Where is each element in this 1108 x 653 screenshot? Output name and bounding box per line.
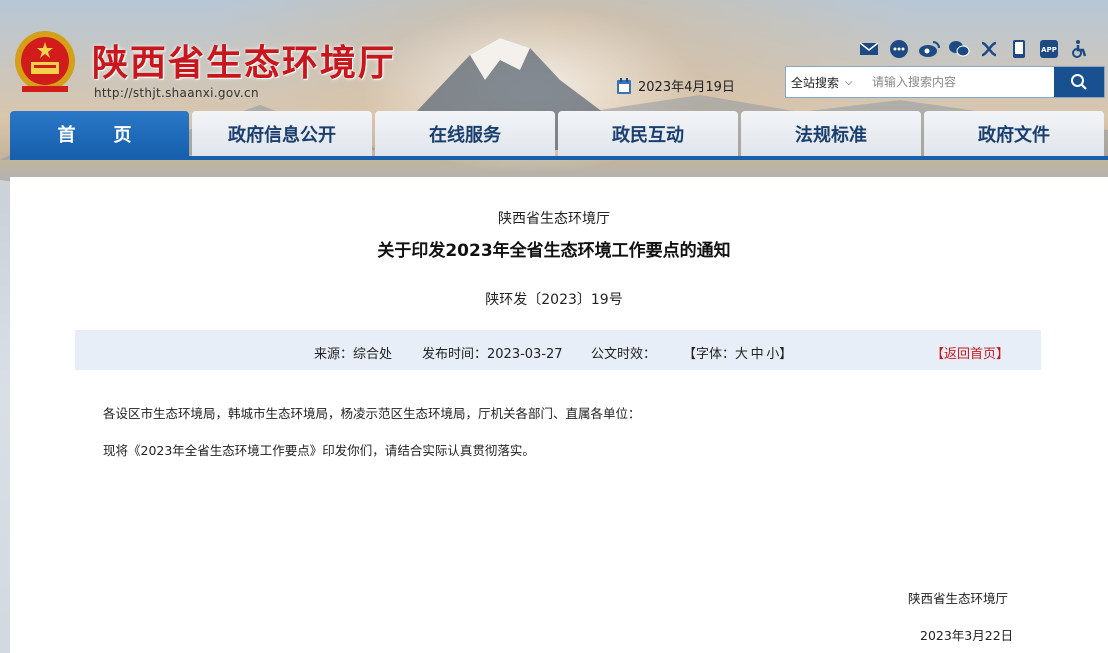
wechat-icon[interactable] bbox=[948, 38, 970, 60]
search-scope-label: 全站搜索 bbox=[791, 75, 840, 90]
site-url[interactable]: http://sthjt.shaanxi.gov.cn bbox=[94, 86, 259, 100]
mail-icon[interactable] bbox=[858, 38, 880, 60]
toolbar-icons: APP bbox=[858, 38, 1090, 60]
calendar-icon bbox=[617, 77, 631, 94]
mobile-icon[interactable] bbox=[1008, 38, 1030, 60]
font-size-label-close: 】 bbox=[779, 347, 793, 362]
article-paragraph: 现将《2023年全省生态环境工作要点》印发你们，请结合实际认真贯彻落实。 bbox=[103, 443, 535, 458]
weibo-icon[interactable] bbox=[918, 38, 940, 60]
article-meta-bar: 来源：综合处 发布时间：2023-03-27 公文时效： 【字体：大 中 小】 … bbox=[75, 330, 1041, 370]
main-nav: 首 页 政府信息公开 在线服务 政民互动 法规标准 政府文件 bbox=[10, 111, 1108, 157]
meta-publish-time: 发布时间：2023-03-27 bbox=[422, 347, 563, 362]
font-size-large[interactable]: 大 bbox=[735, 347, 748, 362]
article-paragraph: 各设区市生态环境局，韩城市生态环境局，杨凌示范区生态环境局，厅机关各部门、直属各… bbox=[103, 406, 641, 421]
svg-text:APP: APP bbox=[1041, 46, 1057, 54]
search-bar: 全站搜索 ⌵ bbox=[785, 66, 1105, 98]
search-scope-select[interactable]: 全站搜索 ⌵ bbox=[786, 67, 868, 97]
nav-item-online-service[interactable]: 在线服务 bbox=[375, 111, 555, 157]
font-size-medium[interactable]: 中 bbox=[751, 347, 764, 362]
national-emblem-icon bbox=[15, 31, 75, 92]
nav-item-gov-documents[interactable]: 政府文件 bbox=[924, 111, 1104, 157]
article-issuer: 陕西省生态环境厅 bbox=[498, 211, 610, 227]
chat-icon[interactable] bbox=[888, 38, 910, 60]
meta-source: 来源：综合处 bbox=[314, 347, 393, 362]
site-title[interactable]: 陕西省生态环境厅 bbox=[92, 34, 396, 86]
font-size-controls: 【字体：大 中 小】 bbox=[683, 343, 792, 362]
nav-item-home[interactable]: 首 页 bbox=[10, 111, 189, 157]
search-input[interactable] bbox=[868, 67, 1054, 97]
sign-date: 2023年3月22日 bbox=[920, 628, 1014, 643]
accessibility-icon[interactable] bbox=[1068, 38, 1090, 60]
nav-item-regulations[interactable]: 法规标准 bbox=[741, 111, 921, 157]
back-home-link[interactable]: 【返回首页】 bbox=[931, 343, 1009, 362]
nav-item-interaction[interactable]: 政民互动 bbox=[558, 111, 738, 157]
search-button[interactable] bbox=[1054, 67, 1104, 97]
chevron-down-icon: ⌵ bbox=[845, 76, 853, 88]
current-date: 2023年4月19日 bbox=[616, 76, 735, 95]
miniapp-icon[interactable] bbox=[978, 38, 1000, 60]
font-size-label-open: 【字体： bbox=[683, 347, 736, 362]
app-icon[interactable]: APP bbox=[1038, 38, 1060, 60]
date-text: 2023年4月19日 bbox=[638, 80, 735, 95]
article-title: 关于印发2023年全省生态环境工作要点的通知 bbox=[377, 241, 731, 261]
nav-item-gov-info[interactable]: 政府信息公开 bbox=[192, 111, 372, 157]
search-icon bbox=[1071, 74, 1087, 90]
meta-validity: 公文时效： bbox=[591, 347, 657, 362]
document-number: 陕环发〔2023〕19号 bbox=[485, 292, 623, 308]
font-size-small[interactable]: 小 bbox=[766, 347, 779, 362]
nav-underline bbox=[10, 156, 1108, 160]
signature: 陕西省生态环境厅 bbox=[908, 591, 1009, 606]
